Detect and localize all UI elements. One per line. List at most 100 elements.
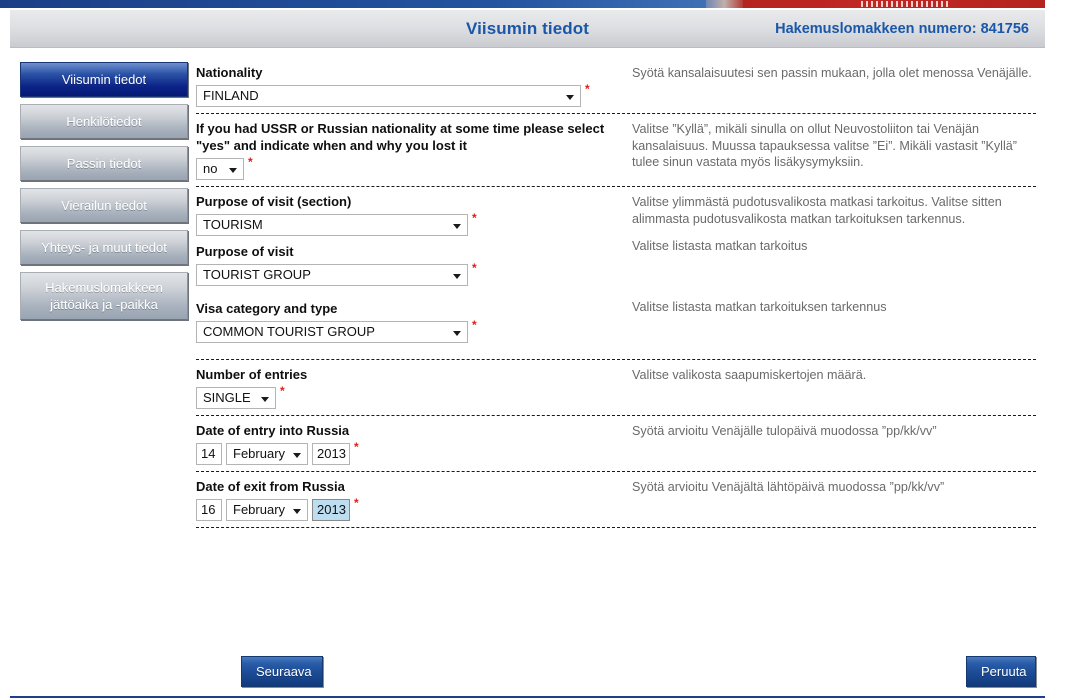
date-entry-field-line: 14 February 2013 *	[196, 440, 628, 465]
purpose-section-help-text: Valitse ylimmästä pudotusvalikosta matka…	[632, 195, 1002, 226]
sidebar-item-label-line1: Hakemuslomakkeen	[45, 280, 163, 295]
date-exit-help-text: Syötä arvioitu Venäjältä lähtöpäivä muod…	[632, 480, 945, 494]
field-spacer	[196, 293, 628, 300]
sidebar-item-label: Viisumin tiedot	[61, 72, 147, 87]
entries-select-value: SINGLE	[203, 390, 251, 405]
required-asterisk: *	[472, 318, 477, 332]
flag-stripe-red	[743, 0, 1045, 8]
nationality-help-text: Syötä kansalaisuutesi sen passin mukaan,…	[632, 66, 1032, 80]
page-header: Viisumin tiedot Hakemuslomakkeen numero:…	[10, 10, 1045, 48]
field-column-help: Valitse ”Kyllä”, mikäli sinulla on ollut…	[628, 114, 1036, 171]
chevron-down-icon	[453, 331, 461, 336]
chevron-down-icon	[453, 224, 461, 229]
chevron-down-icon	[261, 397, 269, 402]
purpose-section-select-value: TOURISM	[203, 217, 263, 232]
sidebar-item-contact-other[interactable]: Yhteys- ja muut tiedot	[20, 230, 188, 265]
purpose-section-label: Purpose of visit (section)	[196, 194, 352, 209]
date-entry-day-input[interactable]: 14	[196, 443, 222, 465]
ussr-select[interactable]: no	[196, 158, 244, 180]
field-column-help: Valitse valikosta saapumiskertojen määrä…	[628, 360, 1036, 384]
nationality-select[interactable]: FINLAND	[196, 85, 581, 107]
nationality-field-line: FINLAND *	[196, 83, 628, 107]
application-page: Viisumin tiedot Hakemuslomakkeen numero:…	[0, 0, 1072, 700]
field-column-left: Number of entries SINGLE *	[196, 360, 628, 415]
field-row-purpose-group: Purpose of visit (section) TOURISM * Pur…	[196, 187, 1036, 349]
visa-category-field-line: COMMON TOURIST GROUP *	[196, 318, 628, 343]
visa-category-label: Visa category and type	[196, 301, 338, 316]
bottom-rule	[10, 696, 1045, 698]
visa-category-select-value: COMMON TOURIST GROUP	[203, 324, 375, 339]
field-spacer	[196, 286, 628, 293]
sidebar-nav: Viisumin tiedot Henkilötiedot Passin tie…	[20, 62, 190, 327]
visa-category-select[interactable]: COMMON TOURIST GROUP	[196, 321, 468, 343]
required-asterisk: *	[472, 261, 477, 275]
sidebar-item-label-line2: jättöaika ja -paikka	[50, 297, 158, 312]
sidebar-item-label: Yhteys- ja muut tiedot	[41, 240, 167, 255]
flag-strip-decoration	[0, 0, 1045, 8]
field-column-left: Date of entry into Russia 14 February 20…	[196, 416, 628, 471]
entries-help-text: Valitse valikosta saapumiskertojen määrä…	[632, 368, 867, 382]
chevron-down-icon	[566, 95, 574, 100]
field-row-ussr-nationality: If you had USSR or Russian nationality a…	[196, 114, 1036, 186]
purpose-select-value: TOURIST GROUP	[203, 267, 311, 282]
date-exit-field-line: 16 February 2013 *	[196, 496, 628, 521]
purpose-help-text: Valitse listasta matkan tarkoitus	[632, 239, 808, 253]
purpose-section-select[interactable]: TOURISM	[196, 214, 468, 236]
nationality-label: Nationality	[196, 65, 263, 80]
purpose-select[interactable]: TOURIST GROUP	[196, 264, 468, 286]
date-exit-month-select[interactable]: February	[226, 499, 308, 521]
sidebar-item-submission-time-place[interactable]: Hakemuslomakkeen jättöaika ja -paikka	[20, 272, 188, 320]
field-column-help: Syötä arvioitu Venäjältä lähtöpäivä muod…	[628, 472, 1036, 496]
date-entry-month-select[interactable]: February	[226, 443, 308, 465]
ussr-select-value: no	[203, 161, 218, 176]
entries-select[interactable]: SINGLE	[196, 387, 276, 409]
ussr-help-text: Valitse ”Kyllä”, mikäli sinulla on ollut…	[632, 122, 1017, 169]
chevron-down-icon	[293, 453, 301, 458]
field-row-date-of-exit: Date of exit from Russia 16 February 201…	[196, 472, 1036, 527]
date-exit-year-input[interactable]: 2013	[312, 499, 350, 521]
required-asterisk: *	[354, 440, 359, 454]
required-asterisk: *	[354, 496, 359, 510]
date-exit-day-input[interactable]: 16	[196, 499, 222, 521]
field-row-nationality: Nationality FINLAND * Syötä kansalaisuut…	[196, 58, 1036, 113]
sidebar-item-label: Passin tiedot	[66, 156, 142, 171]
field-column-help: Syötä kansalaisuutesi sen passin mukaan,…	[628, 58, 1036, 82]
field-column-left: Nationality FINLAND *	[196, 58, 628, 113]
required-asterisk: *	[248, 155, 253, 169]
flag-stripe-transition	[706, 0, 743, 8]
date-exit-month-value: February	[233, 502, 286, 517]
chevron-down-icon	[453, 274, 461, 279]
sidebar-item-passport-details[interactable]: Passin tiedot	[20, 146, 188, 181]
application-number: Hakemuslomakkeen numero: 841756	[775, 21, 1029, 37]
flag-dot-pattern	[861, 1, 949, 7]
chevron-down-icon	[293, 509, 301, 514]
purpose-field-line: TOURIST GROUP *	[196, 261, 628, 286]
sidebar-item-label: Henkilötiedot	[66, 114, 142, 129]
ussr-label: If you had USSR or Russian nationality a…	[196, 121, 605, 153]
sidebar-item-personal-details[interactable]: Henkilötiedot	[20, 104, 188, 139]
date-exit-label: Date of exit from Russia	[196, 479, 345, 494]
date-entry-label: Date of entry into Russia	[196, 423, 350, 438]
sidebar-item-visa-details[interactable]: Viisumin tiedot	[20, 62, 188, 97]
entries-field-line: SINGLE *	[196, 384, 628, 409]
field-column-left: Purpose of visit (section) TOURISM * Pur…	[196, 187, 628, 349]
ussr-field-line: no *	[196, 155, 628, 180]
field-row-number-of-entries: Number of entries SINGLE * Valitse valik…	[196, 360, 1036, 415]
field-column-help: Syötä arvioitu Venäjälle tulopäivä muodo…	[628, 416, 1036, 440]
entries-label: Number of entries	[196, 367, 308, 382]
field-row-date-of-entry: Date of entry into Russia 14 February 20…	[196, 416, 1036, 471]
form-footer: Seuraava Peruuta	[196, 650, 1036, 694]
required-asterisk: *	[472, 211, 477, 225]
field-column-left: Date of exit from Russia 16 February 201…	[196, 472, 628, 527]
required-asterisk: *	[280, 384, 285, 398]
cancel-button[interactable]: Peruuta	[966, 656, 1036, 687]
field-spacer	[196, 236, 628, 243]
purpose-label: Purpose of visit	[196, 244, 294, 259]
sidebar-item-visit-details[interactable]: Vierailun tiedot	[20, 188, 188, 223]
purpose-section-field-line: TOURISM *	[196, 211, 628, 236]
sidebar-item-label: Vierailun tiedot	[61, 198, 147, 213]
form-content: Nationality FINLAND * Syötä kansalaisuut…	[196, 58, 1036, 528]
date-entry-year-input[interactable]: 2013	[312, 443, 350, 465]
flag-stripe-blue	[0, 0, 706, 8]
next-button[interactable]: Seuraava	[241, 656, 323, 687]
